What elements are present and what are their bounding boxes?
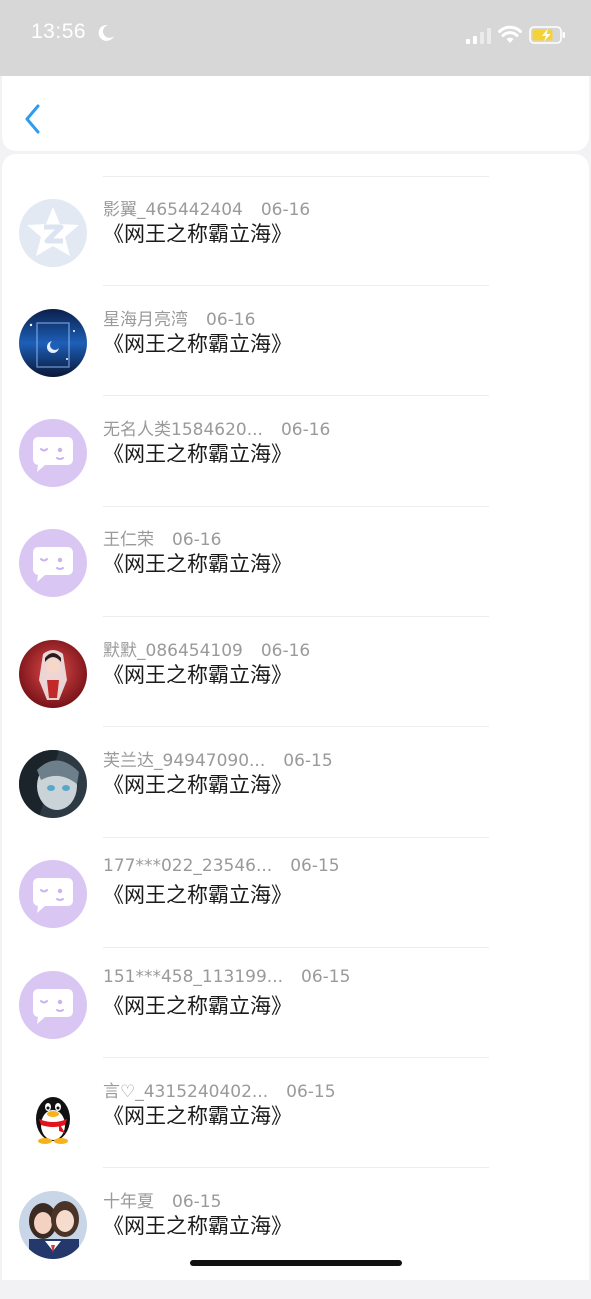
list-item[interactable]: 芙兰达_94947090... 06-15 《网王之称霸立海》 — [2, 748, 589, 858]
item-meta: 星海月亮湾 06-16 — [103, 305, 255, 330]
qq-penguin-avatar[interactable] — [19, 1081, 87, 1149]
chevron-left-icon[interactable] — [22, 104, 46, 134]
divider — [103, 285, 489, 286]
chat-bubble-avatar[interactable] — [19, 971, 87, 1039]
item-meta: 十年夏 06-15 — [103, 1187, 221, 1212]
top-nav-bar — [2, 76, 589, 151]
divider — [103, 506, 489, 507]
divider — [103, 176, 489, 177]
divider — [103, 837, 489, 838]
item-meta: 王仁荣 06-16 — [103, 525, 221, 550]
list-item[interactable]: 151***458_113199... 06-15 《网王之称霸立海》 — [2, 967, 589, 1079]
item-date: 06-16 — [172, 530, 222, 550]
item-date: 06-16 — [260, 641, 311, 661]
item-meta: 无名人类1584620... 06-16 — [103, 415, 330, 440]
item-date: 06-16 — [206, 310, 256, 330]
item-date: 06-15 — [290, 856, 340, 876]
status-bar: 13:56 — [0, 0, 591, 76]
item-meta: 177***022_23546... 06-15 — [103, 856, 340, 876]
anime-face-avatar[interactable] — [19, 750, 87, 818]
book-title: 《网王之称霸立海》 — [103, 222, 292, 246]
list-item[interactable]: 177***022_23546... 06-15 《网王之称霸立海》 — [2, 856, 589, 968]
divider — [103, 726, 489, 727]
book-title: 《网王之称霸立海》 — [103, 332, 292, 356]
wifi-icon — [498, 25, 522, 43]
book-title: 《网王之称霸立海》 — [103, 773, 292, 797]
cellular-signal-icon — [466, 28, 491, 44]
battery-charging-icon — [529, 26, 565, 44]
book-title: 《网王之称霸立海》 — [103, 1214, 292, 1238]
user-name: 言♡_4315240402... — [103, 1082, 269, 1102]
divider — [103, 395, 489, 396]
photo-avatar[interactable] — [19, 1191, 87, 1259]
item-date: 06-16 — [260, 200, 311, 220]
book-title: 《网王之称霸立海》 — [103, 663, 292, 687]
chat-bubble-avatar[interactable] — [19, 529, 87, 597]
user-name: 151***458_113199... — [103, 967, 284, 987]
chat-bubble-avatar[interactable] — [19, 419, 87, 487]
divider — [103, 947, 489, 948]
user-name: 芙兰达_94947090... — [103, 751, 266, 771]
list-item[interactable]: 言♡_4315240402... 06-15 《网王之称霸立海》 — [2, 1079, 589, 1189]
item-meta: 151***458_113199... 06-15 — [103, 967, 350, 987]
item-date: 06-15 — [301, 967, 351, 987]
item-meta: 默默_086454109 06-16 — [103, 636, 310, 661]
list-item[interactable]: 王仁荣 06-16 《网王之称霸立海》 — [2, 527, 589, 637]
item-date: 06-15 — [286, 1082, 336, 1102]
qzone-default-avatar[interactable] — [19, 199, 87, 267]
divider — [103, 1057, 489, 1058]
item-date: 06-15 — [283, 751, 333, 771]
book-title: 《网王之称霸立海》 — [103, 442, 292, 466]
item-meta: 影翼_465442404 06-16 — [103, 195, 310, 220]
book-title: 《网王之称霸立海》 — [103, 994, 292, 1018]
user-name: 无名人类1584620... — [103, 420, 263, 440]
reader-list: 影翼_465442404 06-16 《网王之称霸立海》 星海月亮湾 06-16… — [2, 154, 589, 1280]
book-title: 《网王之称霸立海》 — [103, 552, 292, 576]
item-meta: 言♡_4315240402... 06-15 — [103, 1077, 336, 1102]
user-name: 十年夏 — [103, 1192, 154, 1212]
home-indicator[interactable] — [190, 1260, 402, 1266]
user-name: 177***022_23546... — [103, 856, 273, 876]
chat-bubble-avatar[interactable] — [19, 860, 87, 928]
item-date: 06-15 — [172, 1192, 222, 1212]
item-meta: 芙兰达_94947090... 06-15 — [103, 746, 333, 771]
red-anime-avatar[interactable] — [19, 640, 87, 708]
user-name: 王仁荣 — [103, 530, 154, 550]
user-name: 影翼_465442404 — [103, 200, 243, 220]
list-item[interactable]: 影翼_465442404 06-16 《网王之称霸立海》 — [2, 197, 589, 307]
moon-night-avatar[interactable] — [19, 309, 87, 377]
divider — [103, 1167, 489, 1168]
moon-icon — [98, 24, 114, 41]
book-title: 《网王之称霸立海》 — [103, 883, 292, 907]
book-title: 《网王之称霸立海》 — [103, 1104, 292, 1128]
list-item[interactable]: 十年夏 06-15 《网王之称霸立海》 — [2, 1189, 589, 1299]
user-name: 默默_086454109 — [103, 641, 243, 661]
user-name: 星海月亮湾 — [103, 310, 188, 330]
divider — [103, 616, 489, 617]
list-item[interactable]: 星海月亮湾 06-16 《网王之称霸立海》 — [2, 307, 589, 417]
item-date: 06-16 — [280, 420, 331, 440]
list-item[interactable]: 默默_086454109 06-16 《网王之称霸立海》 — [2, 638, 589, 748]
list-item[interactable]: 无名人类1584620... 06-16 《网王之称霸立海》 — [2, 417, 589, 527]
status-time: 13:56 — [31, 20, 87, 43]
